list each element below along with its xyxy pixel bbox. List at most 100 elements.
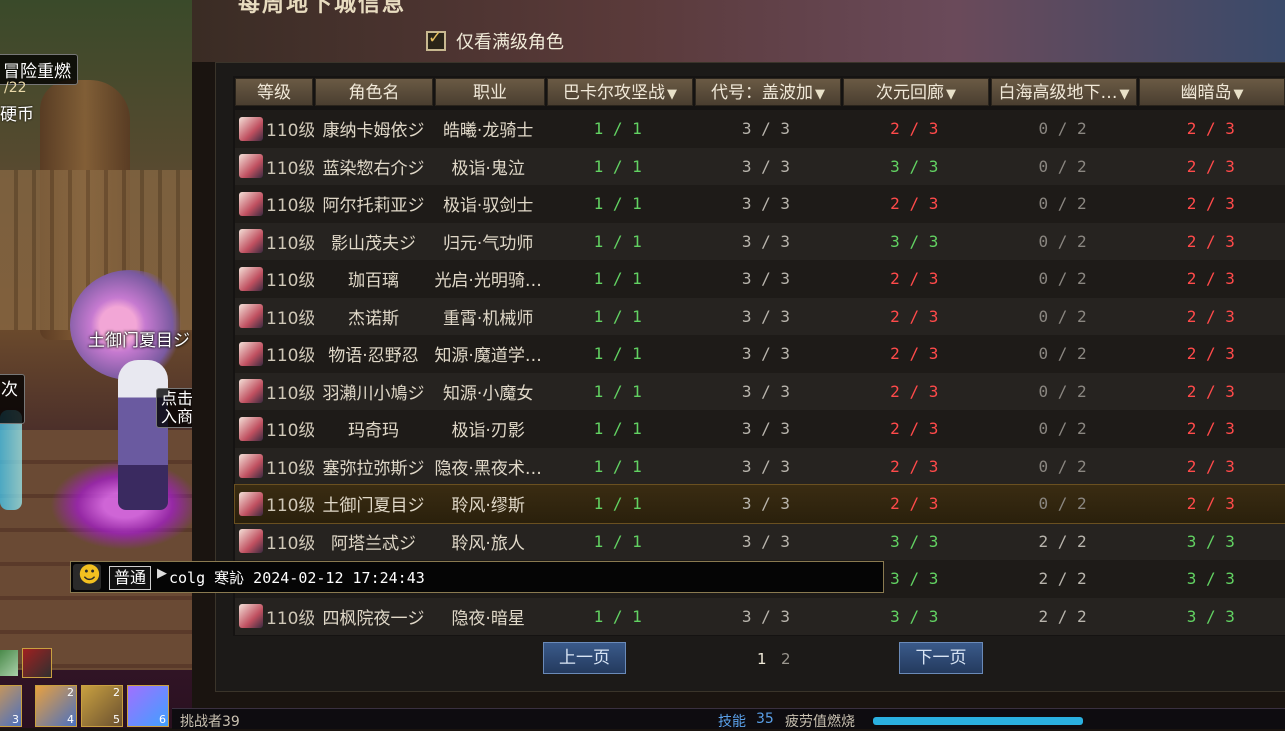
clear-count: 0 / 2 — [1038, 456, 1087, 476]
col-level[interactable]: 等级 — [235, 78, 313, 106]
skill-slot[interactable]: 6 — [127, 685, 169, 727]
clear-count: 0 / 2 — [1038, 494, 1087, 514]
table-row[interactable]: 110级 羽瀨川小鳩ジ 知源·小魔女 1 / 1 3 / 3 2 / 3 0 / 2 2 / … — [235, 372, 1285, 410]
clear-count: 3 / 3 — [1186, 606, 1235, 626]
clear-count: 1 / 1 — [593, 456, 642, 476]
portal-pillar — [0, 410, 22, 510]
table-row[interactable]: 110级 阿尔托莉亚ジ 极诣·驭剑士 1 / 1 3 / 3 2 / 3 0 / 2 2 / … — [235, 185, 1285, 223]
clear-count: 2 / 3 — [1186, 344, 1235, 364]
clear-count: 1 / 1 — [593, 419, 642, 439]
next-page-button[interactable]: 下一页 — [899, 642, 983, 674]
class-name: 聆风·缪斯 — [451, 496, 525, 517]
clear-count: 1 / 1 — [593, 531, 642, 551]
slot-key: 6 — [159, 713, 166, 726]
character-name: 玛奇玛 — [347, 421, 399, 442]
level-text: 110级 — [266, 271, 315, 292]
coin-label: 硬币 — [0, 105, 34, 125]
col-dimension-corridor[interactable]: 次元回廊 ▼ — [843, 78, 989, 106]
table-row[interactable]: 110级 物语·忍野忍 知源·魔道学… 1 / 1 3 / 3 2 / 3 0 / 2 2 /… — [235, 335, 1285, 373]
clear-count: 3 / 3 — [741, 194, 791, 214]
clear-count: 3 / 3 — [1186, 531, 1235, 551]
character-avatar — [239, 266, 263, 291]
col-white-sea[interactable]: 白海高级地下… ▼ — [991, 78, 1137, 106]
character-name: 塞弥拉弥斯ジ — [322, 458, 425, 479]
clear-count: 3 / 3 — [741, 156, 791, 176]
clear-count: 0 / 2 — [1038, 156, 1087, 176]
class-name: 隐夜·暗星 — [451, 608, 525, 629]
clear-count: 0 / 2 — [1038, 344, 1087, 364]
adventure-progress: /22 — [4, 80, 27, 96]
class-name: 隐夜·黑夜术… — [434, 458, 542, 479]
class-name: 极诣·鬼泣 — [451, 158, 525, 179]
col-bakal[interactable]: 巴卡尔攻坚战 ▼ — [547, 78, 693, 106]
character-name: 阿尔托莉亚ジ — [322, 196, 425, 217]
col-label: 代号：盖波加 — [711, 83, 813, 103]
character-avatar — [239, 341, 263, 366]
col-name[interactable]: 角色名 — [315, 78, 433, 106]
skill-slot[interactable]: 24 — [35, 685, 77, 727]
table-row[interactable]: 110级 土御门夏目ジ 聆风·缪斯 1 / 1 3 / 3 2 / 3 0 / 2 2 / 3 — [234, 484, 1285, 524]
table-row[interactable]: 110级 杰诺斯 重霄·机械师 1 / 1 3 / 3 2 / 3 0 / 2 2 / 3 — [235, 297, 1285, 335]
checkbox-checked-icon[interactable] — [426, 28, 446, 51]
table-row[interactable]: 110级 玛奇玛 极诣·刃影 1 / 1 3 / 3 2 / 3 0 / 2 2 / 3 — [235, 410, 1285, 448]
prev-page-button[interactable]: 上一页 — [543, 642, 626, 674]
fatigue-bar — [873, 717, 1083, 725]
clear-count: 0 / 2 — [1038, 381, 1087, 401]
clear-count: 2 / 3 — [890, 419, 939, 439]
table-row[interactable]: 110级 四枫院夜一ジ 隐夜·暗星 1 / 1 3 / 3 3 / 3 2 / 2 3 / 3 — [235, 597, 1285, 635]
chat-channel[interactable]: 普通 — [109, 566, 152, 590]
table-row[interactable]: 110级 珈百璃 光启·光明骑… 1 / 1 3 / 3 2 / 3 0 / 2 2 / 3 — [235, 260, 1285, 298]
table-row[interactable]: 110级 蓝染惣右介ジ 极诣·鬼泣 1 / 1 3 / 3 3 / 3 0 / 2 2 / 3 — [235, 147, 1285, 185]
clear-count: 2 / 3 — [890, 306, 939, 326]
dropdown-arrow-icon: ▼ — [1233, 87, 1244, 102]
slot-key: 4 — [67, 713, 74, 726]
chat-emote-icon[interactable] — [73, 563, 101, 590]
page-1[interactable]: 1 — [757, 650, 767, 668]
table-row[interactable]: 110级 塞弥拉弥斯ジ 隐夜·黑夜术… 1 / 1 3 / 3 2 / 3 0 / 2 2 /… — [235, 447, 1285, 485]
clear-count: 1 / 1 — [593, 156, 642, 176]
clear-count: 1 / 1 — [593, 306, 642, 326]
clear-count: 1 / 1 — [593, 606, 642, 626]
character-avatar — [239, 116, 263, 141]
player-character[interactable] — [118, 360, 168, 510]
buff-icon[interactable] — [22, 648, 52, 678]
class-name: 知源·小魔女 — [442, 383, 534, 404]
full-level-filter[interactable]: 仅看满级角色 — [426, 28, 564, 54]
quickbar-icon[interactable] — [0, 650, 18, 676]
level-text: 110级 — [266, 121, 315, 142]
character-name: 物语·忍野忍 — [328, 346, 419, 367]
class-name: 极诣·驭剑士 — [442, 196, 534, 217]
character-avatar — [239, 154, 263, 179]
level-text: 110级 — [266, 346, 315, 367]
chat-bar[interactable]: 普通 ▶ colg 寒訫 2024-02-12 17:24:43 — [70, 561, 884, 593]
clear-count: 2 / 3 — [1186, 269, 1235, 289]
clear-count: 0 / 2 — [1038, 119, 1087, 139]
clear-count: 0 / 2 — [1038, 269, 1087, 289]
table-row[interactable]: 110级 影山茂夫ジ 归元·气功师 1 / 1 3 / 3 3 / 3 0 / 2 2 / 3 — [235, 222, 1285, 260]
skill-value: 35 — [756, 711, 774, 727]
table-row[interactable]: 110级 阿塔兰忒ジ 聆风·旅人 1 / 1 3 / 3 3 / 3 2 / 2 3 / 3 — [235, 522, 1285, 560]
page-2[interactable]: 2 — [781, 650, 791, 668]
clear-count: 3 / 3 — [890, 531, 939, 551]
level-text: 110级 — [266, 608, 315, 629]
level-cell: 110级 — [235, 116, 314, 141]
npc-hint[interactable]: 点击 入商 — [156, 388, 192, 428]
clear-count: 2 / 3 — [890, 194, 939, 214]
clear-count: 3 / 3 — [741, 381, 791, 401]
col-gaebolg[interactable]: 代号：盖波加 ▼ — [695, 78, 841, 106]
npc-hint-line1: 点击 — [161, 389, 192, 408]
skill-slot[interactable]: 3 — [0, 685, 22, 727]
table-row[interactable]: 110级 康纳卡姆依ジ 皓曦·龙骑士 1 / 1 3 / 3 2 / 3 0 / 2 2 / … — [235, 110, 1285, 148]
clear-count: 3 / 3 — [741, 231, 791, 251]
col-dark-island[interactable]: 幽暗岛 ▼ — [1139, 78, 1285, 106]
clear-count: 1 / 1 — [593, 494, 642, 514]
col-job[interactable]: 职业 — [435, 78, 545, 106]
clear-count: 3 / 3 — [890, 606, 939, 626]
clear-count: 1 / 1 — [593, 381, 642, 401]
clear-count: 3 / 3 — [741, 494, 791, 514]
character-avatar — [239, 416, 263, 441]
level-text: 110级 — [266, 233, 315, 254]
skill-slot[interactable]: 25 — [81, 685, 123, 727]
level-text: 110级 — [266, 496, 315, 517]
table-body: 110级 康纳卡姆依ジ 皓曦·龙骑士 1 / 13 / 32 / 30 / 22 / … — [234, 110, 1285, 635]
